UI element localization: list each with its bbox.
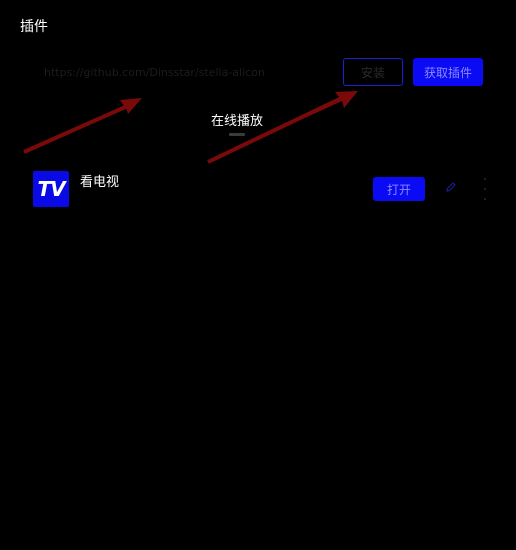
plugin-list-item: TV 看电视 打开 [0,165,516,215]
open-plugin-button[interactable]: 打开 [373,177,425,201]
plugin-url-input[interactable] [38,60,328,84]
edit-icon[interactable] [444,180,458,194]
install-button[interactable]: 安装 [343,58,403,86]
tv-logo-icon: TV [33,171,69,207]
window-title: 插件 [20,19,48,35]
more-options-icon[interactable] [480,178,490,200]
get-plugin-button[interactable]: 获取插件 [413,58,483,86]
plugin-manager-window: 插件 安装 获取插件 在线播放 TV 看电视 打开 [0,0,516,550]
plugin-name: 看电视 [80,175,120,190]
tab-online-playback[interactable]: 在线播放 [195,110,279,129]
active-tab-indicator [229,133,245,136]
annotation-arrow-to-input [23,98,142,154]
